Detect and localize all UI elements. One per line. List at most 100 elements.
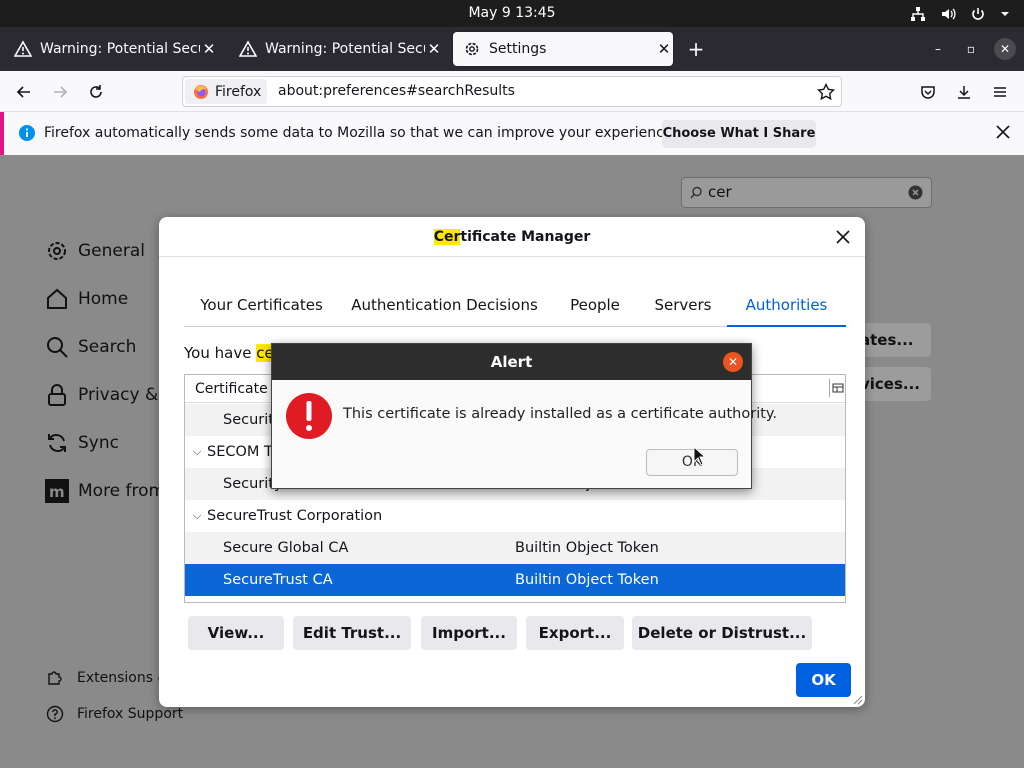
column-picker-icon[interactable]: [829, 379, 845, 397]
authorities-intro-text: You have cer: [184, 344, 280, 362]
cert-name: Secure Global CA: [223, 540, 349, 556]
tab-label: Warning: Potential Security Risk Ahead: [265, 41, 425, 57]
reload-button[interactable]: [83, 79, 109, 105]
export-button[interactable]: Export...: [526, 616, 624, 650]
reload-icon: [90, 85, 102, 98]
alert-message: This certificate is already installed as…: [343, 406, 778, 422]
minimize-button[interactable]: –: [927, 38, 949, 60]
lock-icon: [44, 382, 70, 408]
close-icon[interactable]: [994, 123, 1012, 141]
tab-close-icon[interactable]: ✕: [655, 40, 673, 58]
new-tab-button[interactable]: +: [683, 35, 709, 63]
tab-close-icon[interactable]: ✕: [425, 40, 443, 58]
help-icon: [44, 705, 66, 723]
sidebar-item-label: Search: [78, 337, 137, 357]
gear-icon: [465, 42, 479, 56]
notification-message: Firefox automatically sends some data to…: [44, 125, 677, 141]
tab-authorities[interactable]: Authorities: [727, 289, 846, 327]
sidebar-item-general[interactable]: General: [44, 236, 145, 266]
cert-group-name: SECOM T: [207, 444, 273, 460]
home-icon: [44, 286, 70, 312]
tree-row[interactable]: Secure Global CA Builtin Object Token: [185, 532, 845, 564]
network-icon: [911, 6, 925, 21]
search-icon: [44, 334, 70, 360]
firefox-logo-icon: [194, 84, 208, 99]
gear-icon: [44, 238, 70, 264]
mouse-cursor-icon: [693, 446, 705, 466]
tab-close-icon[interactable]: ✕: [200, 40, 218, 58]
system-clock[interactable]: May 9 13:45: [0, 0, 1024, 27]
sidebar-item-privacy[interactable]: Privacy & S: [44, 380, 174, 410]
choose-what-i-share-button[interactable]: Choose What I Share: [662, 120, 816, 148]
cert-token: Builtin Object Token: [515, 540, 659, 556]
ok-button[interactable]: OK: [796, 663, 851, 697]
warning-icon: [14, 40, 32, 57]
sidebar-item-search[interactable]: Search: [44, 332, 136, 362]
resize-grip-icon[interactable]: [853, 695, 863, 705]
sidebar-item-label: More from: [78, 481, 166, 501]
bookmark-star-icon[interactable]: [817, 83, 835, 101]
edit-trust-button[interactable]: Edit Trust...: [293, 616, 411, 650]
volume-icon: [942, 8, 956, 19]
arrow-left-icon: [16, 86, 30, 98]
pocket-icon: [921, 86, 935, 99]
close-icon[interactable]: ✕: [723, 352, 743, 372]
back-button[interactable]: [11, 79, 37, 105]
menu-button[interactable]: [987, 79, 1013, 105]
clear-search-icon[interactable]: [908, 185, 923, 200]
pocket-button[interactable]: [915, 79, 941, 105]
search-query: cer: [708, 183, 732, 201]
downloads-button[interactable]: [951, 79, 977, 105]
tab-strip: Warning: Potential Security Risk Ahead ✕…: [0, 27, 1024, 71]
url-text[interactable]: about:preferences#searchResults: [278, 77, 515, 106]
window-close-button[interactable]: ✕: [994, 38, 1016, 60]
tree-row-group[interactable]: ⌵ SecureTrust Corporation: [185, 500, 845, 532]
system-top-bar: May 9 13:45: [0, 0, 1024, 27]
download-icon: [958, 86, 970, 99]
alert-dialog: Alert ✕ This certificate is already inst…: [271, 343, 777, 489]
close-icon[interactable]: [833, 227, 853, 247]
chevron-down-icon[interactable]: ⌵: [193, 500, 201, 532]
tab-authentication-decisions[interactable]: Authentication Decisions: [347, 289, 542, 327]
chevron-down-icon[interactable]: ⌵: [193, 436, 201, 468]
sidebar-item-home[interactable]: Home: [44, 284, 128, 314]
cert-token: Builtin Object Token: [515, 572, 659, 588]
import-button[interactable]: Import...: [421, 616, 517, 650]
system-tray[interactable]: [910, 0, 1010, 27]
tab-warning-2[interactable]: Warning: Potential Security Risk Ahead ✕: [229, 32, 443, 66]
tab-your-certificates[interactable]: Your Certificates: [184, 289, 339, 327]
sidebar-item-label: Firefox Support: [77, 706, 184, 722]
sidebar-item-more-from-mozilla[interactable]: m More from: [44, 476, 165, 506]
certificate-tabs: Your Certificates Authentication Decisio…: [184, 289, 846, 327]
sync-icon: [44, 430, 70, 456]
view-button[interactable]: View...: [188, 616, 284, 650]
navigation-bar: Firefox about:preferences#searchResults: [0, 71, 1024, 112]
restore-button[interactable]: ▫: [960, 38, 982, 60]
data-collection-notification: Firefox automatically sends some data to…: [0, 112, 1024, 155]
sidebar-item-label: Home: [78, 289, 129, 309]
tab-label: Warning: Potential Security Risk Ahead: [40, 41, 200, 57]
column-header-certificate[interactable]: Certificate: [195, 381, 268, 397]
tab-settings[interactable]: Settings ✕: [453, 32, 673, 66]
preferences-search-input[interactable]: cer: [681, 177, 932, 208]
sidebar-extensions-link[interactable]: Extensions &: [44, 669, 168, 687]
sidebar-item-sync[interactable]: Sync: [44, 428, 119, 458]
delete-or-distrust-button[interactable]: Delete or Distrust...: [632, 616, 812, 650]
forward-button[interactable]: [47, 79, 73, 105]
identity-label: Firefox: [215, 83, 262, 100]
alert-ok-button[interactable]: OK: [646, 449, 738, 476]
intro-prefix: You have: [184, 344, 257, 362]
svg-text:m: m: [49, 483, 65, 501]
puzzle-icon: [44, 669, 66, 687]
cert-name: Securit: [223, 412, 274, 428]
error-icon: [286, 393, 332, 439]
tab-warning-1[interactable]: Warning: Potential Security Risk Ahead ✕: [4, 32, 218, 66]
identity-box[interactable]: Firefox: [185, 79, 267, 104]
sidebar-support-link[interactable]: Firefox Support: [44, 705, 183, 723]
sidebar-item-label: Extensions &: [77, 670, 169, 686]
chevron-down-icon: [1001, 11, 1009, 16]
tab-people[interactable]: People: [556, 289, 634, 327]
tab-servers[interactable]: Servers: [644, 289, 722, 327]
tree-row-selected[interactable]: SecureTrust CA Builtin Object Token: [185, 564, 845, 596]
url-bar[interactable]: Firefox about:preferences#searchResults: [182, 76, 842, 107]
